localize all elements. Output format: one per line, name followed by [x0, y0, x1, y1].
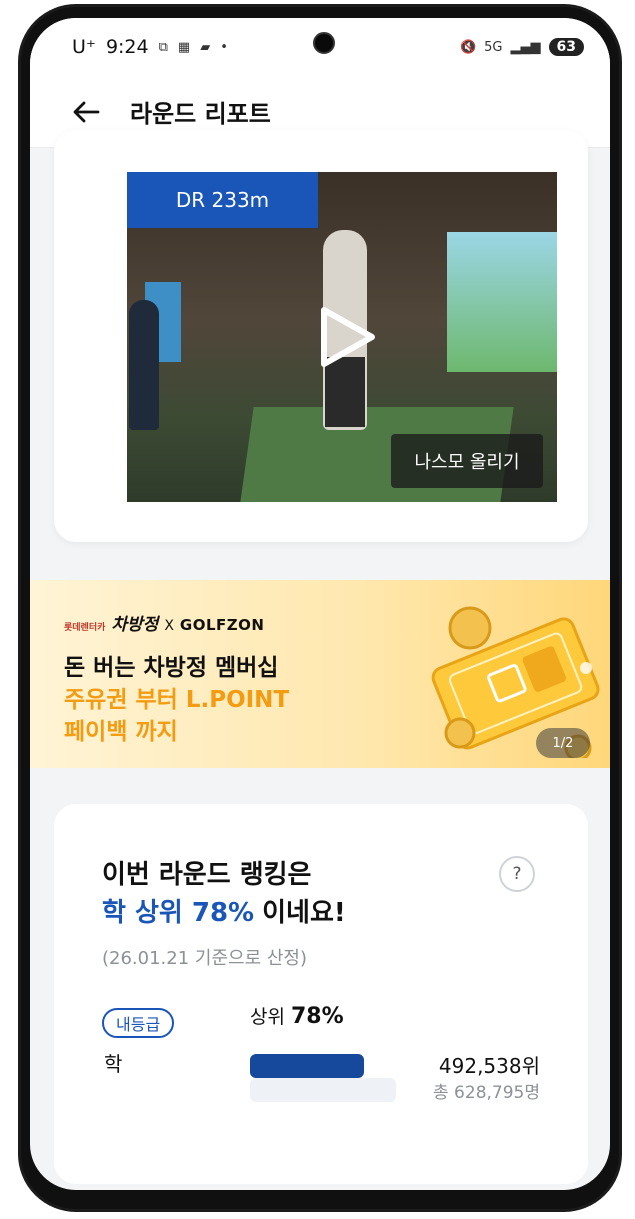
upload-swing-button[interactable]: 나스모 올리기 — [391, 434, 543, 488]
help-icon[interactable]: ? — [499, 856, 535, 892]
banner-pager: 1/2 — [536, 728, 590, 758]
signal-icon: ▂▄▆ — [510, 39, 541, 55]
top-percent-label: 상위 78% — [250, 1002, 344, 1029]
my-grade-chip: 내등급 — [102, 1008, 175, 1038]
qr-icon: ▦ — [177, 39, 191, 55]
video-scene-spectator — [129, 300, 159, 430]
ranking-basis-date: (26.01.21 기준으로 산정) — [102, 948, 308, 969]
brand-x: X — [164, 618, 174, 634]
status-bar: U⁺ 9:24 ⧉ ▦ ▰ • 🔇 5G ▂▄▆ 63 — [30, 18, 610, 76]
video-scene-screen-right — [447, 232, 557, 372]
network-type: 5G — [484, 39, 503, 55]
banner-subline-2: 페이백 까지 — [64, 719, 178, 745]
screenshot-icon: ⧉ — [158, 39, 168, 55]
video-card: DR 233m 나스모 올리기 — [54, 130, 588, 542]
ranking-card: 이번 라운드 랭킹은 학 상위 78% 이네요! ? (26.01.21 기준으… — [54, 804, 588, 1184]
play-icon[interactable] — [310, 302, 380, 372]
grade-value: 학 — [104, 1052, 123, 1076]
distance-badge: DR 233m — [127, 172, 318, 228]
rank-bar-fill — [250, 1054, 364, 1078]
ranking-suffix: 이네요! — [262, 898, 346, 928]
top-percent: 78% — [290, 1004, 344, 1029]
carrier-label: U⁺ — [72, 36, 96, 58]
rank-position: 492,538위 — [438, 1054, 540, 1078]
brand-partner: GOLFZON — [179, 616, 265, 634]
battery-level: 63 — [548, 38, 584, 56]
banner-subline-1: 주유권 부터 L.POINT — [64, 687, 290, 713]
back-arrow-icon[interactable] — [70, 96, 102, 128]
dot-icon: • — [220, 39, 228, 55]
page-title: 라운드 리포트 — [130, 100, 271, 128]
ranking-heading: 이번 라운드 랭킹은 — [102, 860, 312, 890]
top-prefix: 상위 — [250, 1006, 285, 1028]
ranking-result: 학 상위 78% 이네요! — [102, 892, 346, 929]
promo-banner[interactable]: 롯데렌터카 차방정 X GOLFZON 돈 버는 차방정 멤버십 주유권 부터 … — [30, 580, 610, 768]
brand-lotte-label: 롯데렌터카 — [64, 623, 106, 633]
banner-headline: 돈 버는 차방정 멤버십 — [64, 655, 279, 681]
screen: U⁺ 9:24 ⧉ ▦ ▰ • 🔇 5G ▂▄▆ 63 라운드 리포트 DR 2… — [30, 18, 610, 1190]
ranking-highlight: 학 상위 78% — [102, 898, 255, 928]
swing-video[interactable]: DR 233m 나스모 올리기 — [127, 172, 557, 502]
status-time: 9:24 — [105, 36, 149, 58]
message-icon: ▰ — [200, 39, 211, 55]
rank-bar-track — [250, 1078, 396, 1102]
mute-icon: 🔇 — [459, 39, 477, 55]
banner-brand: 롯데렌터카 차방정 X GOLFZON — [64, 610, 264, 635]
rank-total-players: 총 628,795명 — [433, 1083, 540, 1103]
camera-hole — [313, 32, 335, 54]
brand-name: 차방정 — [111, 615, 159, 635]
